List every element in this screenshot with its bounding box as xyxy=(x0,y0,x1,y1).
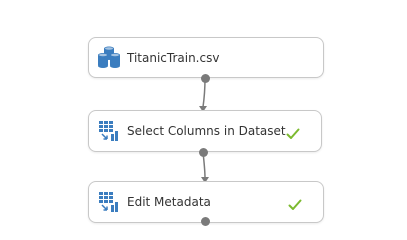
output-port[interactable] xyxy=(198,147,208,157)
select-columns-icon xyxy=(97,119,121,143)
module-label: Edit Metadata xyxy=(127,195,211,209)
check-icon xyxy=(288,196,302,210)
module-label: Select Columns in Dataset xyxy=(127,124,286,138)
module-label: TitanicTrain.csv xyxy=(127,50,220,65)
experiment-canvas[interactable]: TitanicTrain.csv Select Columns in Datas… xyxy=(0,0,407,226)
output-port[interactable] xyxy=(200,73,210,83)
check-icon xyxy=(286,125,300,139)
dataset-icon xyxy=(97,46,121,70)
module-titanictrain-csv[interactable]: TitanicTrain.csv xyxy=(88,37,324,78)
edit-metadata-icon xyxy=(97,190,121,214)
output-port[interactable] xyxy=(200,216,210,226)
module-select-columns-in-dataset[interactable]: Select Columns in Dataset xyxy=(88,110,322,152)
